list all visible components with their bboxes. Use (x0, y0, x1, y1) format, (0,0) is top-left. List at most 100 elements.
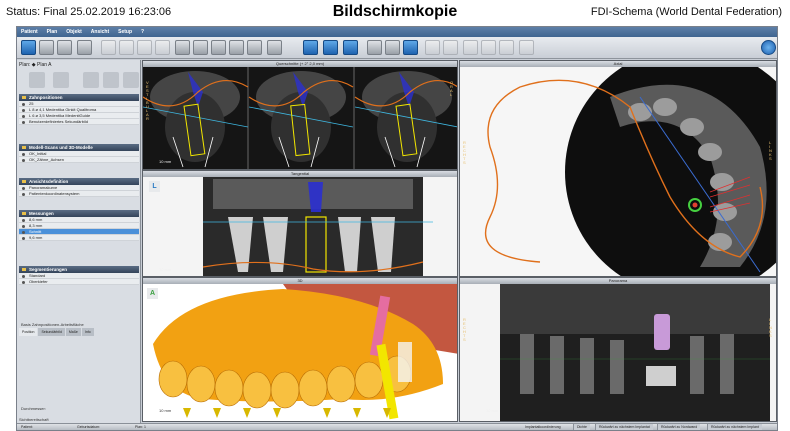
menu-setup[interactable]: Setup (118, 29, 132, 35)
menu-patient[interactable]: Patient (21, 29, 38, 35)
guide-icon[interactable] (229, 40, 244, 55)
tool-b-icon[interactable] (499, 40, 514, 55)
property-tabs: Position Sekundärbild Maße Info (19, 328, 139, 336)
redo-icon[interactable] (443, 40, 458, 55)
delete-icon[interactable] (123, 72, 139, 88)
cross-section-image (143, 67, 457, 169)
help-icon[interactable] (761, 40, 776, 55)
section-header[interactable]: Segmentierungen (19, 266, 139, 273)
side-label-right: O R A L (450, 80, 454, 97)
back-icon[interactable] (21, 40, 36, 55)
viewport-cross-sections[interactable]: Querschnitte (+ 2° 2,0 mm) 10 mm V E S T… (142, 60, 458, 170)
list-item[interactable]: Patientenkoordinatensystem (19, 191, 139, 197)
section-header[interactable]: Zahnpositionen (19, 94, 139, 101)
status-patient: Patient: (21, 425, 33, 429)
tooth-tool-2-icon[interactable] (119, 40, 134, 55)
viewport-3d[interactable]: 3D A 10 mm (142, 277, 458, 422)
crown-icon[interactable] (267, 40, 282, 55)
status-birth: Geburtsdatum: (77, 425, 101, 429)
rotate-icon[interactable] (53, 72, 69, 88)
list-item[interactable]: Benutzerdefiniertes Sekundärbild (19, 119, 139, 125)
nordwand-button[interactable]: Rückwärt zu Nordwand (657, 424, 701, 430)
section-header[interactable]: Ansichtsdefinition (19, 178, 139, 185)
tangential-image (143, 177, 457, 276)
numbering-scheme: FDI-Schema (World Dental Federation) (590, 6, 782, 18)
annotation-icon[interactable] (385, 40, 400, 55)
tab-info[interactable]: Info (81, 328, 94, 336)
tab-sekundaerbild[interactable]: Sekundärbild (38, 328, 65, 336)
print-icon[interactable] (77, 40, 92, 55)
model-3d-image (143, 284, 457, 421)
tool-a-icon[interactable] (481, 40, 496, 55)
select-icon[interactable] (403, 40, 418, 55)
viewport-axial[interactable]: Axial R E C H T S L I N K S (459, 60, 777, 277)
layout-icon[interactable] (343, 40, 358, 55)
scale-label: 10 mm (486, 408, 499, 413)
tooth-tool-1-icon[interactable] (101, 40, 116, 55)
tool-c-icon[interactable] (519, 40, 534, 55)
screenshot-root: Status: Final 25.02.2019 16:23:06 Bildsc… (0, 0, 790, 431)
status-plan: Plan: 1 (135, 425, 146, 429)
open-folder-icon[interactable] (39, 40, 54, 55)
scale-label: 10 mm (159, 267, 172, 272)
zoom-view-icon[interactable] (323, 40, 338, 55)
menu-bar: Patient Plan Objekt Ansicht Setup ? (17, 27, 777, 37)
report-header: Status: Final 25.02.2019 16:23:06 Bildsc… (0, 0, 790, 26)
segment-icon[interactable] (463, 40, 478, 55)
viewport-title: Axial (460, 61, 776, 67)
menu-help[interactable]: ? (141, 29, 144, 35)
section-header[interactable]: Modell-Scans und 3D-Modelle (19, 144, 139, 151)
side-label-left: R E C H T S (463, 140, 466, 165)
main-toolbar (17, 37, 777, 59)
implant-add-icon[interactable] (175, 40, 190, 55)
side-label-left: V E S T I B U L A R (146, 80, 149, 121)
panorama-image (460, 284, 776, 421)
list-item[interactable]: 9,6 mm (19, 235, 139, 241)
implant-panel-icon[interactable] (83, 72, 99, 88)
view-indicator-icon: L (149, 181, 160, 192)
tooth-tool-3-icon[interactable] (137, 40, 152, 55)
move-icon[interactable] (29, 72, 45, 88)
side-label-right: L I N K S (769, 317, 772, 338)
viewport-panorama[interactable]: Panorama 10 mm R E C H T S L I N K S (459, 277, 777, 422)
side-label-left: R E C H T S (463, 317, 466, 342)
menu-ansicht[interactable]: Ansicht (91, 29, 109, 35)
status-tool: Implantatkoordinierung (525, 425, 561, 429)
prev-implant-button[interactable]: Rückwärt zu nächstem Implantat (595, 424, 653, 430)
status-bar: Patient: Geburtsdatum: Plan: 1 Implantat… (17, 423, 777, 430)
menu-objekt[interactable]: Objekt (66, 29, 82, 35)
panel-footer: Sichtbereitschaft (19, 417, 49, 422)
sleeve-icon[interactable] (211, 40, 226, 55)
tooth-tool-4-icon[interactable] (155, 40, 170, 55)
scale-label: 10 mm (159, 408, 172, 413)
section-zahnpositionen: Zahnpositionen 25 L 8 ø 4,1 Medentika Gi… (19, 94, 139, 125)
viewport-title: Querschnitte (+ 2° 2,0 mm) (143, 61, 457, 67)
list-item[interactable]: OK_Zähne_Achsen (19, 157, 139, 163)
tab-position[interactable]: Position (19, 328, 38, 336)
menu-plan[interactable]: Plan (47, 29, 58, 35)
implant-edit-icon[interactable] (193, 40, 208, 55)
viewport-tangential[interactable]: Tangential L 10 mm (142, 170, 458, 277)
section-header[interactable]: Messungen (19, 210, 139, 217)
abutment-icon[interactable] (247, 40, 262, 55)
density-button[interactable]: Dichte (573, 424, 590, 430)
durchmesser-label: Durchmesser: (21, 406, 46, 411)
measure-icon[interactable] (367, 40, 382, 55)
section-ansichtsdefinition: Ansichtsdefinition Panoramakurve Patient… (19, 178, 139, 197)
cross-cursor-icon[interactable] (303, 40, 318, 55)
tab-masse[interactable]: Maße (65, 328, 81, 336)
export-icon[interactable] (57, 40, 72, 55)
scale-label: 10 mm (159, 159, 172, 164)
panel-tools (19, 70, 139, 92)
viewport-title: 3D (143, 278, 457, 284)
undo-icon[interactable] (425, 40, 440, 55)
tool-panel-icon[interactable] (103, 72, 119, 88)
section-segmentierungen: Segmentierungen Standard Oberkiefer (19, 266, 139, 285)
plan-selector[interactable]: Plan: ◆ Plan A (19, 62, 51, 68)
side-label-right: L I N K S (769, 140, 772, 161)
list-item[interactable]: Oberkiefer (19, 279, 139, 285)
viewport-title: Panorama (460, 278, 776, 284)
viewport-title: Tangential (143, 171, 457, 177)
object-label: Basis Zahnpositionen-Arbeitsfläche (21, 322, 84, 327)
next-implant-button[interactable]: Rückwärt zu nächstem Implant (707, 424, 762, 430)
